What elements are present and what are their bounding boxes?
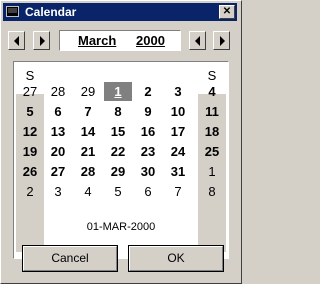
calendar-day[interactable]: 15 [104,122,132,141]
calendar-day[interactable]: 8 [198,182,226,201]
ok-button[interactable]: OK [128,245,224,272]
arrow-right-icon [220,36,225,46]
month-label: March [78,33,117,48]
close-button[interactable]: ✕ [219,5,235,19]
weekday-header: S [207,68,217,83]
calendar-day[interactable]: 7 [164,182,192,201]
calendar-day[interactable]: 29 [104,162,132,181]
calendar-day[interactable]: 20 [44,142,72,161]
calendar-day[interactable]: 1 [198,162,226,181]
calendar-day[interactable]: 27 [44,162,72,181]
calendar-day[interactable]: 30 [134,162,162,181]
calendar-day[interactable]: 12 [16,122,44,141]
calendar-day[interactable]: 17 [164,122,192,141]
calendar-day[interactable]: 4 [74,182,102,201]
month-year-field[interactable]: March 2000 [59,30,181,51]
calendar-day[interactable]: 28 [74,162,102,181]
cancel-button-label: Cancel [51,251,89,265]
calendar-day-selected[interactable]: 1 [104,82,132,101]
arrow-right-icon [40,36,45,46]
calendar-day[interactable]: 2 [134,82,162,101]
calendar-day[interactable]: 13 [44,122,72,141]
calendar-day[interactable]: 3 [44,182,72,201]
calendar-day[interactable]: 10 [164,102,192,121]
calendar-day[interactable]: 25 [198,142,226,161]
window-app-icon [6,6,19,17]
calendar-day[interactable]: 19 [16,142,44,161]
calendar-day[interactable]: 6 [134,182,162,201]
selected-date-text: 01-MAR-2000 [86,221,156,233]
calendar-day[interactable]: 31 [164,162,192,181]
calendar-day[interactable]: 8 [104,102,132,121]
calendar-day[interactable]: 5 [16,102,44,121]
arrow-left-icon [14,36,19,46]
close-icon: ✕ [222,6,232,17]
calendar-day[interactable]: 4 [198,82,226,101]
next-month-button[interactable] [33,31,50,50]
calendar-day[interactable]: 23 [134,142,162,161]
weekday-header: S [25,68,35,83]
calendar-day[interactable]: 3 [164,82,192,101]
calendar-day[interactable]: 27 [16,82,44,101]
calendar-day[interactable]: 14 [74,122,102,141]
prev-year-button[interactable] [189,31,206,50]
ok-button-label: OK [167,251,185,265]
calendar-day[interactable]: 11 [198,102,226,121]
calendar-window: Calendar ✕ March 2000 S S 27 28 29 1 2 3 4 5 6 7 8 9 1… [0,0,242,284]
calendar-day[interactable]: 6 [44,102,72,121]
calendar-day[interactable]: 28 [44,82,72,101]
arrow-left-icon [195,36,200,46]
next-year-button[interactable] [213,31,230,50]
calendar-day[interactable]: 21 [74,142,102,161]
window-title: Calendar [25,5,77,19]
calendar-day[interactable]: 5 [104,182,132,201]
calendar-day[interactable]: 29 [74,82,102,101]
year-label: 2000 [136,33,165,48]
calendar-day[interactable]: 9 [134,102,162,121]
calendar-day[interactable]: 2 [16,182,44,201]
calendar-day[interactable]: 18 [198,122,226,141]
calendar-day[interactable]: 26 [16,162,44,181]
cancel-button[interactable]: Cancel [22,245,118,272]
calendar-day[interactable]: 16 [134,122,162,141]
calendar-day[interactable]: 22 [104,142,132,161]
prev-month-button[interactable] [8,31,25,50]
calendar-day[interactable]: 7 [74,102,102,121]
title-bar[interactable]: Calendar ✕ [3,3,237,21]
calendar-day[interactable]: 24 [164,142,192,161]
